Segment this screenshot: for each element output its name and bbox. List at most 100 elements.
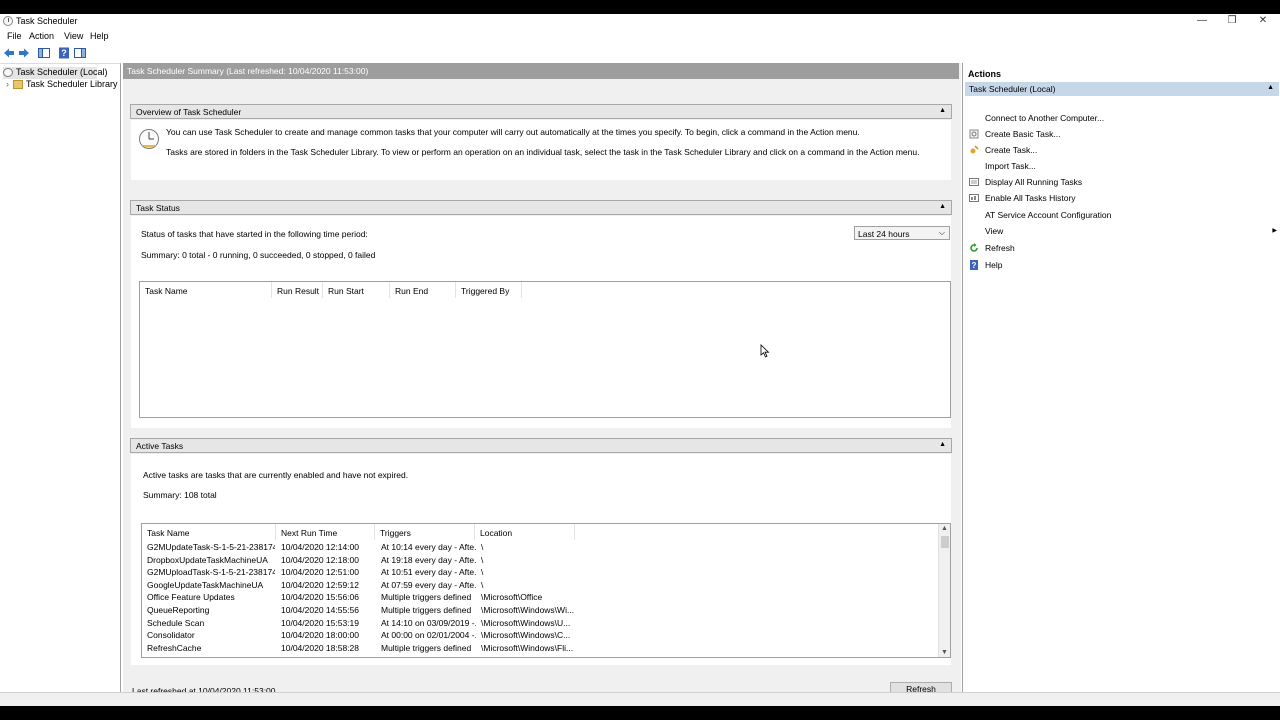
actions-section-task-scheduler-local[interactable]: Task Scheduler (Local) ▲ <box>965 82 1279 96</box>
menu-file[interactable]: File <box>7 31 22 41</box>
collapse-icon[interactable]: ▲ <box>939 203 946 210</box>
tree-node-task-scheduler-local[interactable]: Task Scheduler (Local) <box>3 67 108 79</box>
action-view[interactable]: View ▶ <box>985 226 1277 236</box>
forward-arrow-icon[interactable] <box>18 47 30 59</box>
cell-triggers: Multiple triggers defined <box>381 642 472 653</box>
action-label: Connect to Another Computer... <box>985 113 1105 123</box>
column-header-triggered-by[interactable]: Triggered By <box>456 282 522 298</box>
active-tasks-header[interactable]: Active Tasks ▲ <box>130 438 952 453</box>
action-display-all-running-tasks[interactable]: Display All Running Tasks <box>969 177 1082 187</box>
task-status-header[interactable]: Task Status ▲ <box>130 200 952 215</box>
column-header-next-run-time[interactable]: Next Run Time <box>276 524 375 540</box>
time-period-label: Status of tasks that have started in the… <box>141 229 368 239</box>
cell-next-run-time: 10/04/2020 14:55:56 <box>281 605 359 615</box>
collapse-icon[interactable]: ▲ <box>939 441 946 448</box>
mouse-cursor-icon <box>760 344 770 358</box>
menu-help[interactable]: Help <box>90 31 109 41</box>
close-button[interactable]: ✕ <box>1248 14 1278 29</box>
cell-location: \ <box>481 542 484 552</box>
scroll-down-arrow-icon[interactable]: ▼ <box>941 649 948 656</box>
cell-next-run-time: 10/04/2020 12:14:00 <box>281 542 359 552</box>
cell-task-name: RefreshCache <box>147 642 202 653</box>
task-scheduler-window: Task Scheduler — ❐ ✕ File Action View He… <box>0 14 1280 706</box>
cell-triggers: At 10:14 every day - Afte... <box>381 542 476 552</box>
show-action-pane-icon[interactable] <box>74 47 86 59</box>
cell-location: \Microsoft\Windows\U... <box>481 617 571 628</box>
task-status-table[interactable]: Task Name Run Result Run Start Run End T… <box>139 281 951 418</box>
vertical-scrollbar[interactable]: ▲ ▼ <box>938 524 950 657</box>
panel-title: Overview of Task Scheduler <box>136 107 242 117</box>
action-help[interactable]: ? Help <box>970 260 1003 270</box>
cell-task-name: Consolidator <box>147 630 195 641</box>
column-header-task-name[interactable]: Task Name <box>142 524 276 540</box>
column-header-run-end[interactable]: Run End <box>390 282 456 298</box>
help-icon[interactable]: ? <box>58 47 70 59</box>
cell-triggers: Multiple triggers defined <box>381 592 472 603</box>
column-header-task-name[interactable]: Task Name <box>140 282 272 298</box>
task-status-summary: Summary: 0 total - 0 running, 0 succeede… <box>141 250 376 260</box>
title-bar[interactable]: Task Scheduler — ❐ ✕ <box>0 14 1280 29</box>
column-header-run-start[interactable]: Run Start <box>323 282 390 298</box>
action-label: Refresh <box>985 243 1015 253</box>
cell-location: \Microsoft\Windows\Fli... <box>481 642 574 653</box>
show-console-tree-icon[interactable] <box>38 47 50 59</box>
scroll-up-arrow-icon[interactable]: ▲ <box>941 525 948 532</box>
table-row[interactable]: GoogleUpdateTaskMachineUA 10/04/2020 12:5… <box>142 580 942 593</box>
status-bar <box>0 692 1280 706</box>
action-import-task[interactable]: Import Task... <box>985 161 1036 171</box>
minimize-button[interactable]: — <box>1187 14 1217 29</box>
running-tasks-icon <box>969 177 979 187</box>
overview-body: You can use Task Scheduler to create and… <box>131 120 951 180</box>
action-label: Create Basic Task... <box>985 129 1061 139</box>
window-title: Task Scheduler <box>16 16 78 26</box>
restore-button[interactable]: ❐ <box>1217 14 1247 29</box>
time-period-dropdown[interactable]: Last 24 hours ⌵ <box>854 226 950 240</box>
collapse-icon[interactable]: ▲ <box>1267 84 1274 91</box>
action-create-basic-task[interactable]: Create Basic Task... <box>969 129 1061 139</box>
cell-task-name: Schedule Scan <box>147 617 205 628</box>
cell-triggers: At 07:59 every day - Afte... <box>381 579 476 590</box>
collapse-icon[interactable]: ▲ <box>939 107 946 114</box>
overview-header[interactable]: Overview of Task Scheduler ▲ <box>130 104 952 119</box>
action-label: Import Task... <box>985 161 1036 171</box>
action-refresh[interactable]: Refresh <box>970 243 1015 253</box>
column-header-run-result[interactable]: Run Result <box>272 282 323 298</box>
tree-node-task-scheduler-library[interactable]: › Task Scheduler Library <box>6 79 118 91</box>
action-enable-all-tasks-history[interactable]: Enable All Tasks History <box>969 193 1076 203</box>
panel-title: Active Tasks <box>136 441 184 451</box>
scrollbar-thumb[interactable] <box>941 536 949 548</box>
cell-task-name: G2MUploadTask-S-1-5-21-2381741... <box>147 567 275 578</box>
cell-task-name: G2MUpdateTask-S-1-5-21-2381741... <box>147 542 275 552</box>
table-row[interactable]: DropboxUpdateTaskMachineUA 10/04/2020 12:… <box>142 555 942 568</box>
help-icon: ? <box>969 260 979 270</box>
action-create-task[interactable]: Create Task... <box>970 145 1037 155</box>
clock-icon <box>139 129 159 149</box>
menu-action[interactable]: Action <box>29 31 54 41</box>
console-tree: Task Scheduler (Local) › Task Scheduler L… <box>0 63 121 706</box>
cell-next-run-time: 10/04/2020 12:18:00 <box>281 554 359 565</box>
table-row[interactable]: RefreshCache 10/04/2020 18:58:28 Multiple … <box>142 643 942 656</box>
table-row[interactable]: Office Feature Updates 10/04/2020 15:56:0… <box>142 592 942 605</box>
cell-triggers: Multiple triggers defined <box>381 605 472 615</box>
cell-next-run-time: 10/04/2020 12:59:12 <box>281 579 359 590</box>
table-row[interactable]: G2MUploadTask-S-1-5-21-2381741... 10/04/2… <box>142 567 942 580</box>
svg-text:?: ? <box>972 261 977 270</box>
back-arrow-icon[interactable] <box>3 47 15 59</box>
cell-next-run-time: 10/04/2020 18:58:28 <box>281 642 359 653</box>
action-at-service-account-configuration[interactable]: AT Service Account Configuration <box>985 210 1111 220</box>
menu-view[interactable]: View <box>64 31 83 41</box>
table-row[interactable]: QueueReporting 10/04/2020 14:55:56 Multipl… <box>142 605 942 618</box>
table-row[interactable]: G2MUpdateTask-S-1-5-21-2381741... 10/04/2… <box>142 542 942 555</box>
toolbar: ? <box>0 44 1280 62</box>
column-header-location[interactable]: Location <box>475 524 575 540</box>
active-tasks-table[interactable]: Task Name Next Run Time Triggers Locatio… <box>141 523 951 658</box>
expand-chevron-icon[interactable]: › <box>6 79 13 89</box>
cell-location: \Microsoft\Windows\Wi... <box>481 605 575 615</box>
action-label: Help <box>985 260 1003 270</box>
table-row[interactable]: Schedule Scan 10/04/2020 15:53:19 At 14:10… <box>142 618 942 631</box>
cell-location: \ <box>481 554 484 565</box>
action-connect-to-another-computer[interactable]: Connect to Another Computer... <box>985 113 1104 123</box>
table-row[interactable]: Consolidator 10/04/2020 18:00:00 At 00:00 … <box>142 630 942 643</box>
column-header-triggers[interactable]: Triggers <box>375 524 475 540</box>
task-status-body: Status of tasks that have started in the… <box>131 216 951 428</box>
